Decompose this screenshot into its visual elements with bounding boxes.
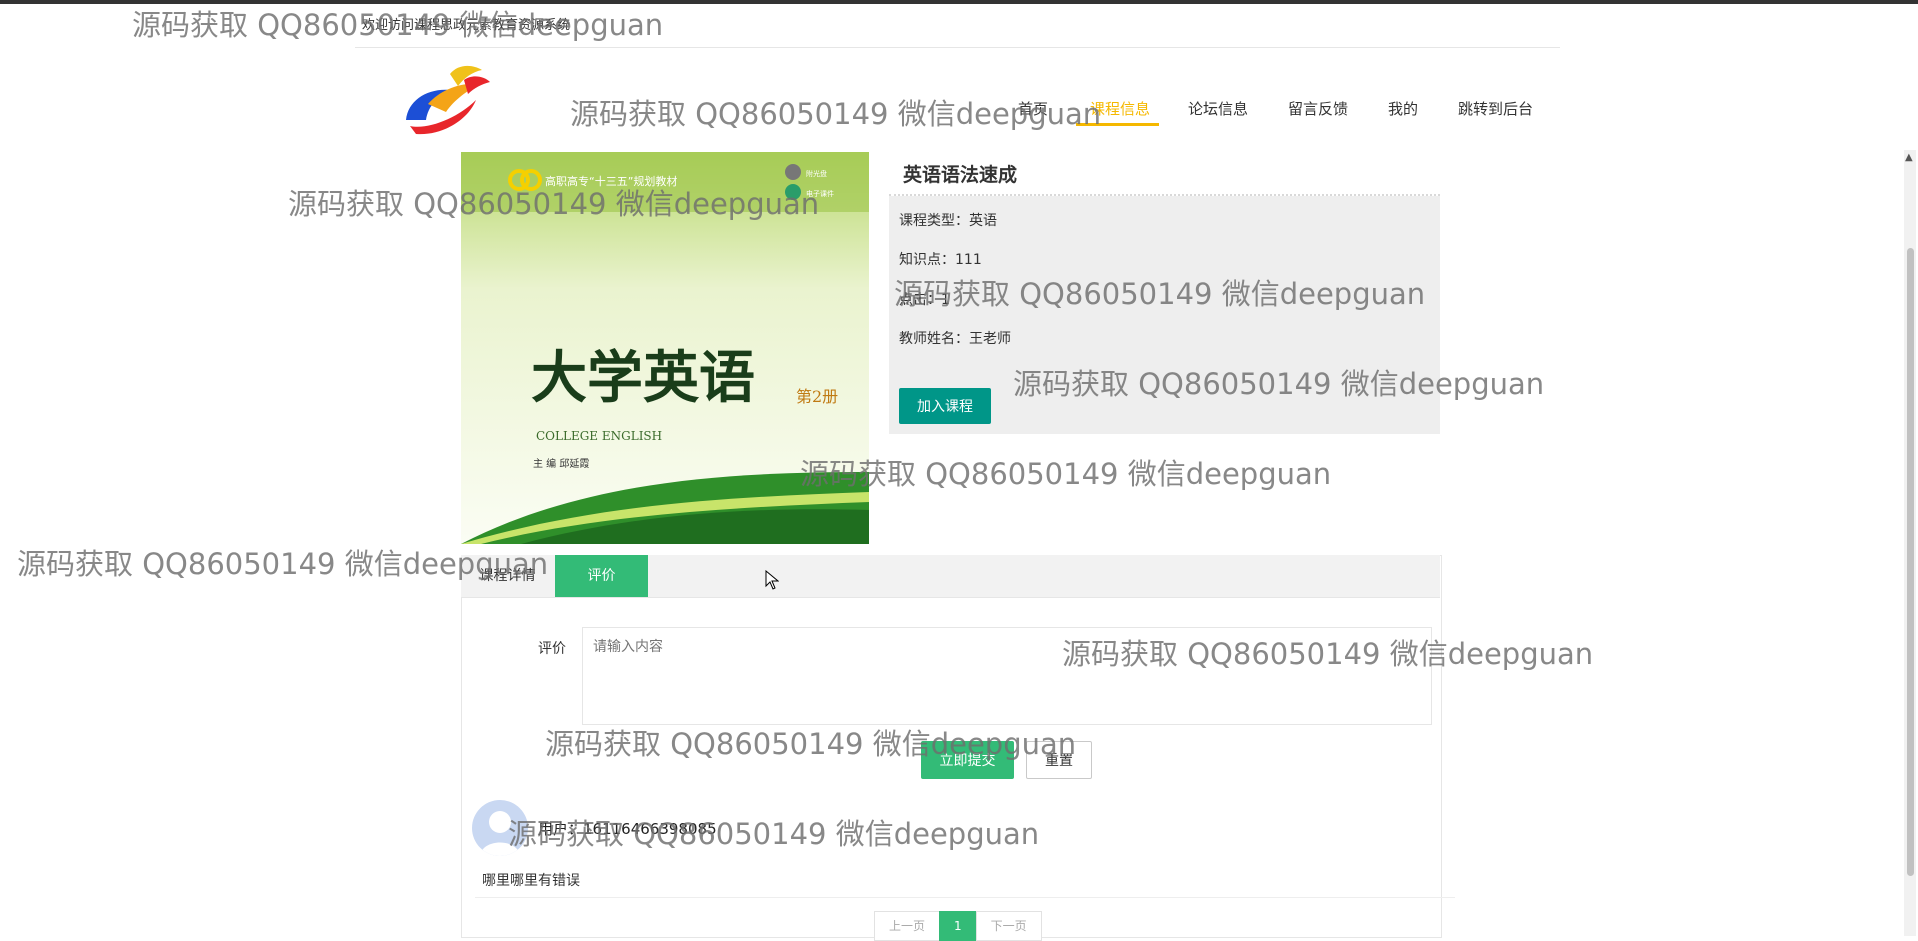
comment-divider [475, 897, 1455, 898]
prev-page-button[interactable]: 上一页 [874, 911, 941, 941]
page-1-button[interactable]: 1 [939, 911, 977, 941]
nav-feedback[interactable]: 留言反馈 [1288, 98, 1348, 119]
svg-text:COLLEGE ENGLISH: COLLEGE ENGLISH [536, 429, 662, 443]
svg-text:主 编 邱延霞: 主 编 邱延霞 [533, 457, 589, 470]
svg-text:大学英语: 大学英语 [531, 346, 755, 411]
watermark: 源码获取 QQ86050149 微信deepguan [800, 457, 1332, 491]
scroll-up-arrow-icon[interactable]: ▲ [1905, 152, 1913, 163]
pagination: 上一页 1 下一页 [874, 911, 1042, 941]
nav-forum[interactable]: 论坛信息 [1188, 98, 1248, 119]
comment-content: 哪里哪里有错误 [482, 873, 580, 889]
mouse-cursor-icon [765, 569, 780, 594]
review-label: 评价 [538, 641, 566, 657]
nav-home[interactable]: 首页 [1018, 98, 1048, 119]
svg-text:附光盘: 附光盘 [806, 169, 827, 178]
site-logo[interactable] [398, 60, 494, 138]
nav-mine[interactable]: 我的 [1388, 98, 1418, 119]
scrollbar-thumb[interactable] [1907, 248, 1914, 876]
svg-text:电子课件: 电子课件 [806, 189, 834, 198]
course-clicks: 点击：1 [899, 292, 950, 308]
reset-button[interactable]: 重置 [1026, 741, 1092, 779]
browser-top-bar [0, 0, 1918, 4]
svg-text:第2册: 第2册 [796, 387, 838, 406]
submit-button[interactable]: 立即提交 [921, 741, 1014, 779]
header-divider [355, 47, 1560, 48]
course-teacher: 教师姓名：王老师 [899, 331, 1011, 347]
svg-text:高职高专“十三五”规划教材: 高职高专“十三五”规划教材 [545, 174, 677, 188]
course-title: 英语语法速成 [903, 164, 1018, 186]
course-cover-image: 高职高专“十三五”规划教材 附光盘 电子课件 大学英语 第2册 COLLEGE … [461, 152, 869, 544]
next-page-button[interactable]: 下一页 [975, 911, 1042, 941]
tab-review[interactable]: 评价 [555, 555, 648, 597]
nav-admin[interactable]: 跳转到后台 [1458, 98, 1533, 119]
nav-active-indicator [1076, 123, 1159, 126]
nav-course-info[interactable]: 课程信息 [1090, 98, 1150, 119]
comment-user: 用户：16116466398085 [538, 820, 717, 838]
join-course-button[interactable]: 加入课程 [899, 388, 991, 424]
course-knowledge: 知识点：111 [899, 252, 982, 268]
user-avatar [472, 800, 528, 856]
course-title-divider [889, 194, 1440, 196]
review-textarea[interactable] [582, 627, 1432, 725]
course-type: 课程类型：英语 [899, 213, 997, 229]
tab-course-detail[interactable]: 课程详情 [461, 555, 554, 597]
welcome-text: 欢迎访问课程思政元素教育资源系统 [362, 18, 571, 33]
